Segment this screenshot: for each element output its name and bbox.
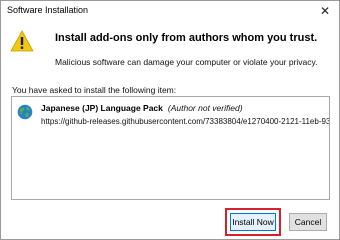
verification-note: (Author not verified) <box>167 103 243 113</box>
cancel-button[interactable]: Cancel <box>289 213 327 231</box>
window-title: Software Installation <box>7 5 89 15</box>
close-button[interactable]: ✕ <box>311 1 339 21</box>
title-bar: Software Installation ✕ <box>1 1 339 21</box>
list-item: Japanese (JP) Language Pack (Author not v… <box>41 103 243 113</box>
warning-triangle-icon <box>10 30 34 52</box>
globe-icon <box>17 104 33 120</box>
request-text: You have asked to install the following … <box>12 85 177 95</box>
item-url: https://github-releases.githubuserconten… <box>41 117 330 126</box>
software-installation-dialog: Software Installation ✕ Install add-ons … <box>0 0 340 240</box>
install-now-button[interactable]: Install Now <box>230 213 276 231</box>
item-name: Japanese (JP) Language Pack <box>41 103 163 113</box>
items-list: Japanese (JP) Language Pack (Author not v… <box>11 96 330 200</box>
warning-text: Malicious software can damage your compu… <box>55 57 318 67</box>
dialog-heading: Install add-ons only from authors whom y… <box>55 32 318 44</box>
